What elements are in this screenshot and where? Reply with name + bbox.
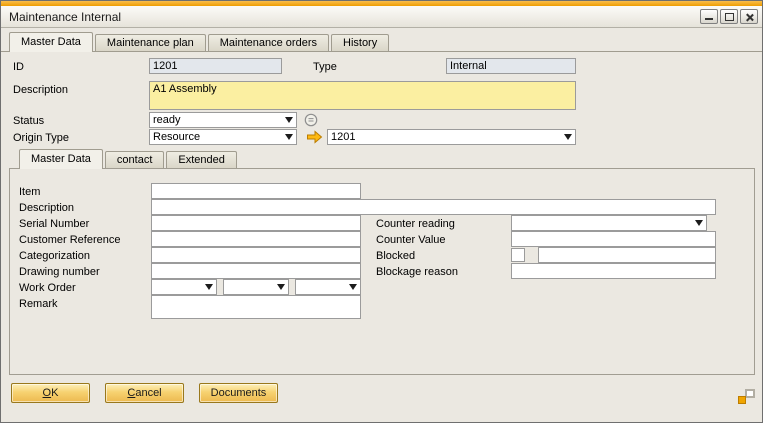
minimize-button[interactable] <box>700 9 718 24</box>
serial-number-field[interactable] <box>151 215 361 231</box>
work-order-combo-2[interactable] <box>223 279 289 295</box>
blocked-checkbox[interactable] <box>511 248 525 262</box>
chevron-down-icon[interactable] <box>285 134 293 144</box>
remark-label: Remark <box>19 298 58 310</box>
origin-type-label: Origin Type <box>13 132 69 144</box>
top-tabstrip: Master Data Maintenance plan Maintenance… <box>9 32 389 52</box>
chevron-down-icon[interactable] <box>205 284 213 294</box>
cancel-button[interactable]: Cancel <box>105 383 184 403</box>
type-label: Type <box>313 61 337 73</box>
inner-tab-contact[interactable]: contact <box>105 151 164 168</box>
cancel-button-rest: ancel <box>135 387 161 399</box>
remark-field[interactable] <box>151 295 361 319</box>
serial-number-label: Serial Number <box>19 218 89 230</box>
work-order-label: Work Order <box>19 282 76 294</box>
categorization-label: Categorization <box>19 250 90 262</box>
ok-button-rest: K <box>51 387 58 399</box>
close-icon <box>741 10 757 23</box>
origin-type-value: Resource <box>153 131 200 143</box>
tab-maintenance-plan[interactable]: Maintenance plan <box>95 34 206 51</box>
chevron-down-icon[interactable] <box>695 220 703 230</box>
chevron-down-icon[interactable] <box>277 284 285 294</box>
id-label: ID <box>13 61 24 73</box>
detail-description-field[interactable] <box>151 199 716 215</box>
counter-value-field[interactable] <box>511 231 716 247</box>
form-resize-outline <box>745 389 755 398</box>
blockage-reason-label: Blockage reason <box>376 266 458 278</box>
counter-reading-combo[interactable] <box>511 215 707 231</box>
blocked-field[interactable] <box>538 247 716 263</box>
item-field[interactable] <box>151 183 361 199</box>
type-field[interactable] <box>446 58 576 74</box>
form-resize-square <box>738 396 746 404</box>
origin-ref-combo[interactable]: 1201 <box>327 129 576 145</box>
window-title: Maintenance Internal <box>9 10 121 24</box>
inner-tab-extended[interactable]: Extended <box>166 151 236 168</box>
tab-master-data[interactable]: Master Data <box>9 32 93 52</box>
drawing-number-label: Drawing number <box>19 266 100 278</box>
description-label: Description <box>13 84 68 96</box>
work-order-combo-3[interactable] <box>295 279 361 295</box>
counter-reading-label: Counter reading <box>376 218 455 230</box>
ok-button-accel: O <box>43 387 52 399</box>
id-field[interactable] <box>149 58 282 74</box>
chevron-down-icon[interactable] <box>564 134 572 144</box>
drawing-number-field[interactable] <box>151 263 361 279</box>
window-controls <box>700 9 758 24</box>
status-combo[interactable]: ready <box>149 112 297 128</box>
chevron-down-icon[interactable] <box>349 284 357 294</box>
status-label: Status <box>13 115 44 127</box>
work-order-combo-1[interactable] <box>151 279 217 295</box>
origin-ref-value: 1201 <box>331 131 355 143</box>
maximize-button[interactable] <box>720 9 738 24</box>
form-resize-icon[interactable] <box>738 389 755 404</box>
detail-description-label: Description <box>19 202 74 214</box>
inner-tabstrip: Master Data contact Extended <box>19 149 237 169</box>
customer-reference-field[interactable] <box>151 231 361 247</box>
minimize-icon <box>705 18 713 20</box>
description-field[interactable]: A1 Assembly <box>149 81 576 110</box>
documents-button[interactable]: Documents <box>199 383 278 403</box>
customer-reference-label: Customer Reference <box>19 234 121 246</box>
counter-value-label: Counter Value <box>376 234 446 246</box>
close-button[interactable] <box>740 9 758 24</box>
description-value: A1 Assembly <box>153 83 217 95</box>
status-value: ready <box>153 114 181 126</box>
inner-tab-master-data[interactable]: Master Data <box>19 149 103 169</box>
status-options-icon[interactable] <box>304 113 318 127</box>
maintenance-internal-window: Maintenance Internal Master Data Mainten… <box>0 0 763 423</box>
ok-button[interactable]: OK <box>11 383 90 403</box>
chevron-down-icon[interactable] <box>285 117 293 127</box>
tab-history[interactable]: History <box>331 34 389 51</box>
titlebar[interactable]: Maintenance Internal <box>1 6 762 28</box>
item-label: Item <box>19 186 40 198</box>
blockage-reason-field[interactable] <box>511 263 716 279</box>
link-arrow-icon[interactable] <box>306 130 323 144</box>
maximize-icon <box>725 13 734 21</box>
blocked-label: Blocked <box>376 250 415 262</box>
categorization-field[interactable] <box>151 247 361 263</box>
tab-maintenance-orders[interactable]: Maintenance orders <box>208 34 329 51</box>
origin-type-combo[interactable]: Resource <box>149 129 297 145</box>
